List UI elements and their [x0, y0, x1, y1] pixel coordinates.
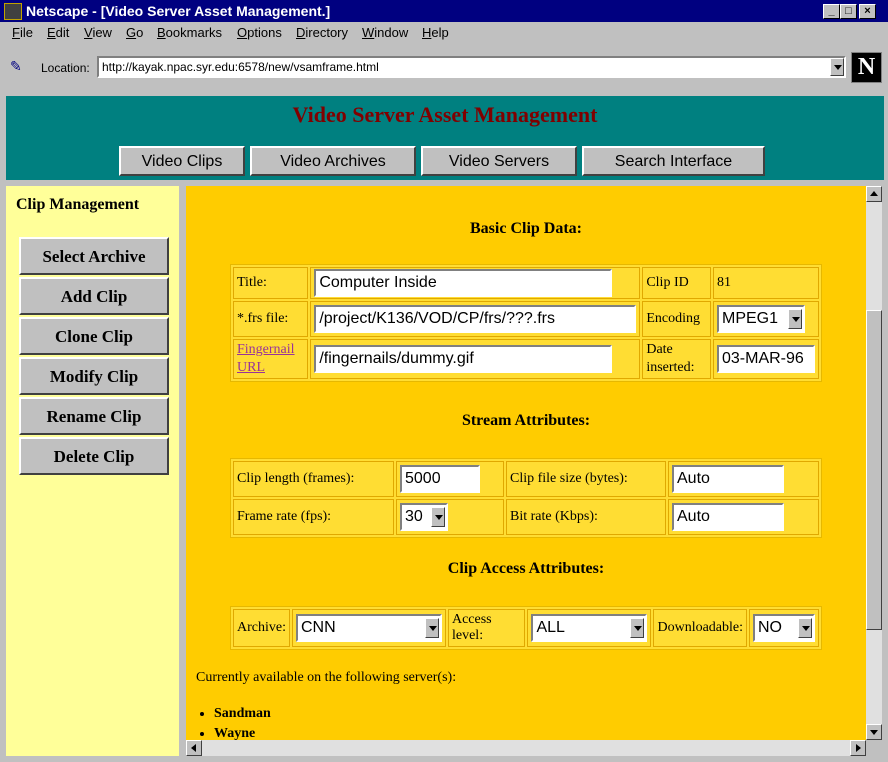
add-clip-button[interactable]: Add Clip [19, 277, 169, 315]
bit-rate-input[interactable]: Auto [672, 503, 784, 531]
downloadable-select-value: NO [758, 619, 782, 636]
page-title: Video Server Asset Management [292, 102, 598, 127]
title-bar: Netscape - [Video Server Asset Managemen… [0, 0, 888, 22]
menu-bookmarks[interactable]: Bookmarks [157, 25, 222, 40]
search-interface-button[interactable]: Search Interface [582, 146, 765, 176]
list-item: Sandman [214, 706, 271, 722]
netscape-logo[interactable]: N [851, 52, 882, 83]
fingernail-url-input[interactable]: /fingernails/dummy.gif [314, 345, 613, 373]
encoding-select-value: MPEG1 [722, 310, 779, 327]
menu-edit[interactable]: Edit [47, 25, 69, 40]
downloadable-select[interactable]: NO [753, 614, 815, 642]
frame-rate-label: Frame rate (fps): [233, 499, 394, 535]
clip-id-value: 81 [713, 267, 819, 299]
menu-directory[interactable]: Directory [296, 25, 348, 40]
chevron-down-icon[interactable] [431, 507, 445, 527]
scroll-left-icon[interactable] [186, 740, 202, 756]
archive-select-value: CNN [300, 619, 336, 636]
archive-select[interactable]: CNN [295, 614, 442, 642]
menu-window[interactable]: Window [362, 25, 408, 40]
chevron-down-icon[interactable] [830, 58, 844, 76]
server-list: Sandman Wayne [196, 706, 271, 740]
vertical-scrollbar[interactable] [866, 186, 882, 740]
select-archive-button[interactable]: Select Archive [19, 237, 169, 275]
archive-label: Archive: [233, 609, 290, 647]
access-level-select-value: ALL [536, 619, 565, 636]
clip-length-input[interactable]: 5000 [400, 465, 480, 493]
encoding-label: Encoding [642, 301, 711, 337]
horizontal-scrollbar[interactable] [186, 740, 866, 756]
list-item: Wayne [214, 726, 271, 740]
title-input[interactable]: Computer Inside [314, 269, 613, 297]
menu-help[interactable]: Help [422, 25, 449, 40]
title-label: Title: [233, 267, 309, 299]
location-toolbar: ✎ Location: http://kayak.npac.syr.edu:65… [0, 44, 888, 92]
fingernail-link-text-2: URL [237, 360, 265, 375]
location-url-text: http://kayak.npac.syr.edu:6578/new/vsamf… [102, 60, 379, 74]
stream-attributes-table: Clip length (frames): 5000 Clip file siz… [230, 458, 822, 538]
clip-file-size-input[interactable]: Auto [672, 465, 784, 493]
stream-attributes-heading: Stream Attributes: [461, 412, 591, 429]
access-level-select[interactable]: ALL [531, 614, 648, 642]
rename-clip-button[interactable]: Rename Clip [19, 397, 169, 435]
scroll-down-icon[interactable] [866, 724, 882, 740]
close-button[interactable]: × [859, 4, 876, 19]
location-url-input[interactable]: http://kayak.npac.syr.edu:6578/new/vsamf… [97, 56, 846, 78]
clip-access-table: Archive: CNN Access level: ALL Downloada… [230, 606, 822, 650]
menu-bar: File Edit View Go Bookmarks Options Dire… [0, 22, 888, 44]
clip-id-label: Clip ID [642, 267, 711, 299]
netscape-logo-letter: N [857, 54, 876, 80]
scroll-thumb[interactable] [866, 310, 882, 630]
frame-rate-select[interactable]: 30 [400, 503, 448, 531]
date-inserted-input[interactable]: 03-MAR-96 [717, 345, 815, 373]
frame-rate-select-value: 30 [405, 508, 423, 525]
menu-view[interactable]: View [84, 25, 112, 40]
window-title: Netscape - [Video Server Asset Managemen… [26, 3, 331, 19]
encoding-select[interactable]: MPEG1 [717, 305, 805, 333]
menu-go[interactable]: Go [126, 25, 143, 40]
video-servers-button[interactable]: Video Servers [421, 146, 577, 176]
video-archives-button[interactable]: Video Archives [250, 146, 416, 176]
bit-rate-label: Bit rate (Kbps): [506, 499, 666, 535]
basic-clip-heading: Basic Clip Data: [470, 220, 582, 237]
basic-clip-table: Title: Computer Inside Clip ID 81 *.frs … [230, 264, 822, 382]
clip-length-label: Clip length (frames): [233, 461, 394, 497]
clip-file-size-label: Clip file size (bytes): [506, 461, 666, 497]
date-inserted-label-1: Date [646, 342, 673, 357]
clip-access-heading: Clip Access Attributes: [447, 560, 605, 577]
minimize-button[interactable]: _ [823, 4, 840, 19]
chevron-down-icon[interactable] [798, 618, 812, 638]
fingernail-link-text-1: Fingernail [237, 342, 295, 357]
frs-file-label: *.frs file: [233, 301, 309, 337]
sidebar-title: Clip Management [16, 196, 140, 213]
video-clips-button[interactable]: Video Clips [119, 146, 245, 176]
menu-options[interactable]: Options [237, 25, 282, 40]
modify-clip-button[interactable]: Modify Clip [19, 357, 169, 395]
clone-clip-button[interactable]: Clone Clip [19, 317, 169, 355]
downloadable-label: Downloadable: [653, 609, 747, 647]
scroll-right-icon[interactable] [850, 740, 866, 756]
access-level-label: Access level: [447, 609, 526, 647]
date-inserted-label-2: inserted: [646, 360, 695, 375]
delete-clip-button[interactable]: Delete Clip [19, 437, 169, 475]
maximize-button[interactable]: □ [840, 4, 857, 19]
fingernail-url-link[interactable]: Fingernail URL [237, 342, 295, 375]
frs-file-input[interactable]: /project/K136/VOD/CP/frs/???.frs [314, 305, 637, 333]
servers-intro: Currently available on the following ser… [196, 670, 457, 685]
content-frame: Basic Clip Data: Title: Computer Inside … [186, 186, 866, 740]
sidebar-frame: Clip Management Select Archive Add Clip … [6, 186, 179, 756]
netscape-app-icon [4, 3, 22, 20]
chevron-down-icon[interactable] [630, 618, 645, 638]
scroll-up-icon[interactable] [866, 186, 882, 202]
scrollbar-corner [866, 740, 882, 756]
location-label: Location: [41, 61, 90, 75]
pencil-icon[interactable]: ✎ [10, 58, 26, 74]
menu-file[interactable]: File [12, 25, 33, 40]
frame-divider[interactable] [179, 186, 186, 756]
chevron-down-icon[interactable] [788, 309, 802, 329]
chevron-down-icon[interactable] [424, 618, 439, 638]
header-frame: Video Server Asset Management Video Clip… [6, 96, 884, 180]
